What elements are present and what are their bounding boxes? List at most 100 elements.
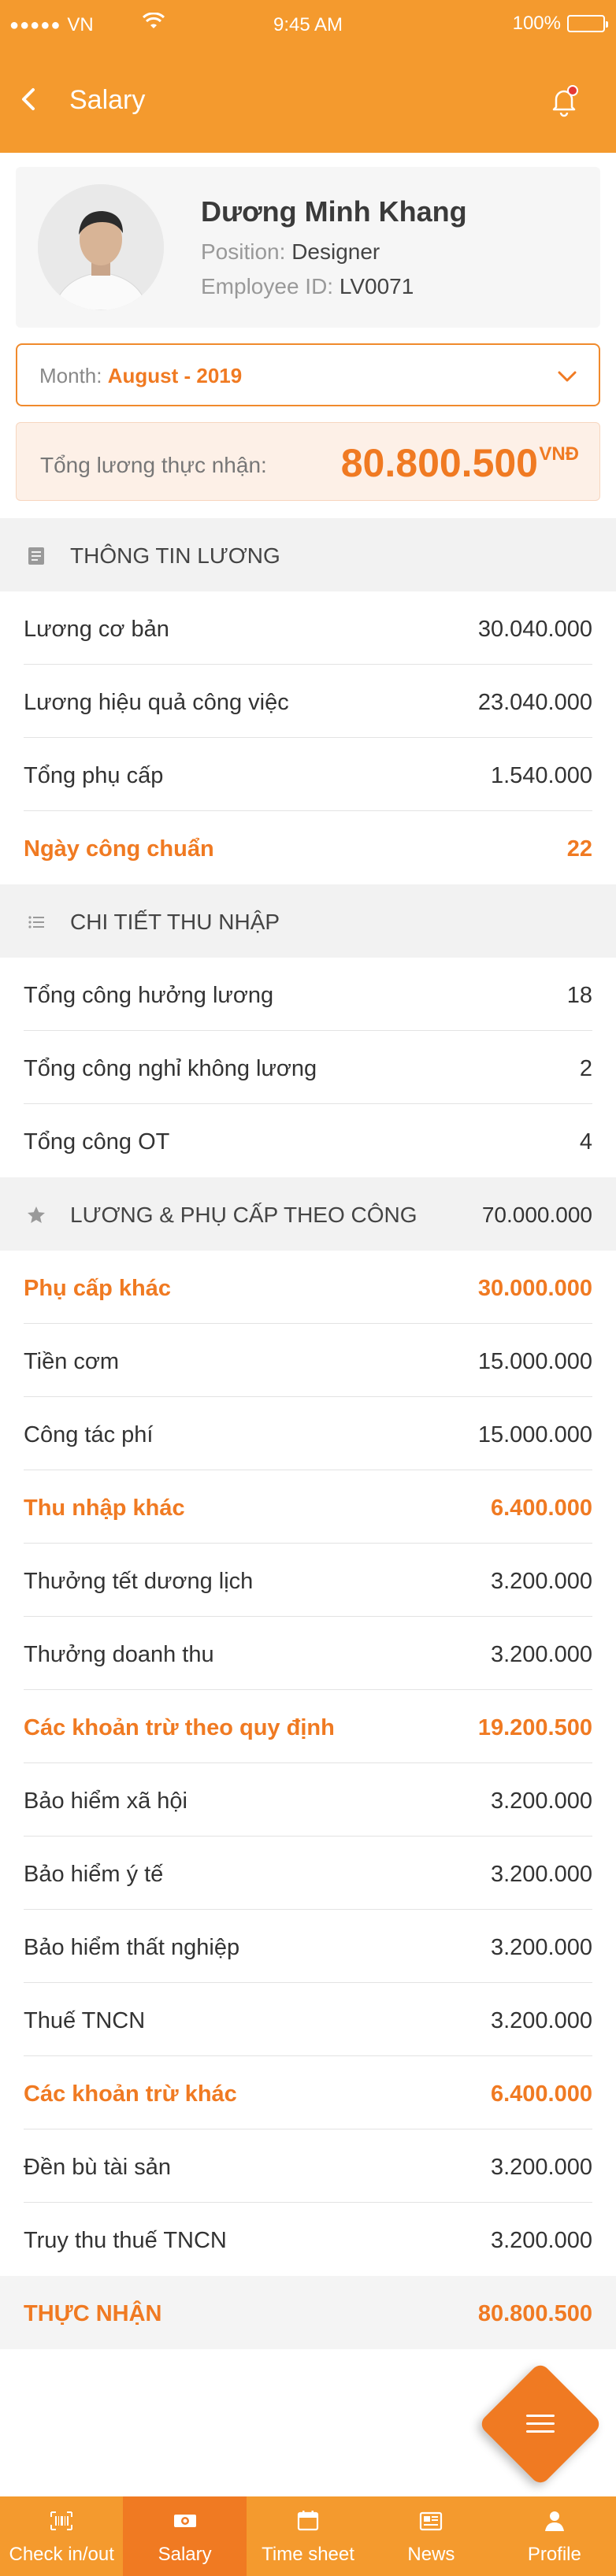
section-title: THÔNG TIN LƯƠNG: [70, 543, 280, 568]
employee-id-value: LV0071: [339, 274, 414, 298]
barcode-icon: [50, 2511, 73, 2530]
tab-label: News: [407, 2544, 455, 2565]
calendar-icon: [297, 2511, 319, 2531]
item-label: Các khoản trừ khác: [24, 2081, 237, 2107]
month-label-text: Month:: [39, 364, 102, 387]
star-icon: [28, 1206, 45, 1223]
item-label: Tiền cơm: [24, 1349, 120, 1374]
page-title: Salary: [69, 85, 146, 115]
item-value: 3.200.000: [490, 1642, 592, 1667]
item-value: 30.000.000: [477, 1276, 592, 1301]
list-item: Lương cơ bản 30.040.000: [24, 591, 592, 665]
section-allowance: LƯƠNG & PHỤ CẤP THEO CÔNG 70.000.000: [0, 1177, 616, 1251]
item-value: 15.000.000: [477, 1349, 592, 1374]
item-label: Bảo hiểm thất nghiệp: [24, 1935, 240, 1960]
net-income-row: THỰC NHẬN 80.800.500: [0, 2276, 616, 2349]
item-label: Bảo hiểm ý tế: [24, 1862, 164, 1887]
net-income-value: 80.800.500: [477, 2301, 592, 2326]
item-value: 22: [566, 836, 592, 862]
item-label: Phụ cấp khác: [24, 1276, 171, 1301]
list-item-highlight: Các khoản trừ khác 6.400.000: [24, 2056, 592, 2129]
list-item: Truy thu thuế TNCN 3.200.000: [24, 2203, 592, 2276]
tab-check-in-out[interactable]: Check in/out: [0, 2496, 123, 2576]
month-value: August - 2019: [107, 364, 243, 387]
list-item: Bảo hiểm thất nghiệp 3.200.000: [24, 1910, 592, 1983]
item-label: Các khoản trừ theo quy định: [24, 1715, 335, 1740]
section-salary-info: THÔNG TIN LƯƠNG: [0, 518, 616, 591]
item-value: 2: [579, 1056, 592, 1081]
back-arrow-icon[interactable]: [13, 82, 47, 117]
tab-news[interactable]: News: [369, 2496, 492, 2576]
section-title: CHI TIẾT THU NHẬP: [70, 910, 280, 934]
list-item-highlight: Phụ cấp khác 30.000.000: [24, 1251, 592, 1324]
item-value: 3.200.000: [490, 1569, 592, 1594]
list-item: Lương hiệu quả công việc 23.040.000: [24, 665, 592, 738]
item-label: Tổng công hưởng lương: [24, 983, 274, 1008]
item-label: Tổng công OT: [24, 1129, 170, 1155]
tab-label: Check in/out: [9, 2544, 114, 2565]
employee-id-label: Employee ID:: [201, 274, 334, 298]
item-value: 23.040.000: [477, 690, 592, 715]
item-value: 3.200.000: [490, 2008, 592, 2033]
list-item: Tổng công nghỉ không lương 2: [24, 1031, 592, 1104]
item-label: Đền bù tài sản: [24, 2155, 172, 2180]
item-label: Tổng công nghỉ không lương: [24, 1056, 317, 1081]
item-value: 19.200.500: [477, 1715, 592, 1740]
item-value: 3.200.000: [490, 1862, 592, 1887]
position-label: Position:: [201, 239, 286, 264]
money-icon: [173, 2515, 196, 2527]
item-value: 3.200.000: [490, 2228, 592, 2253]
net-income-label: THỰC NHẬN: [24, 2301, 162, 2326]
section-title: LƯƠNG & PHỤ CẤP THEO CÔNG: [70, 1203, 417, 1227]
item-label: Công tác phí: [24, 1422, 154, 1447]
tab-salary[interactable]: Salary: [123, 2496, 247, 2576]
position-value: Designer: [291, 239, 380, 264]
item-label: Tổng phụ cấp: [24, 763, 164, 788]
list-item: Bảo hiểm ý tế 3.200.000: [24, 1837, 592, 1910]
employee-position: Position: Designer: [201, 239, 380, 265]
item-label: Lương cơ bản: [24, 617, 169, 642]
list-item: Công tác phí 15.000.000: [24, 1397, 592, 1470]
item-value: 18: [566, 983, 592, 1008]
item-label: Thưởng doanh thu: [24, 1642, 214, 1667]
list-item: Tổng công OT 4: [24, 1104, 592, 1177]
list-item: Thưởng doanh thu 3.200.000: [24, 1617, 592, 1690]
item-label: Thuế TNCN: [24, 2008, 146, 2033]
net-salary-summary: Tổng lương thực nhận: 80.800.500 VNĐ: [16, 422, 600, 501]
tab-label: Profile: [527, 2544, 581, 2565]
tab-time-sheet[interactable]: Time sheet: [247, 2496, 369, 2576]
net-salary-amount: 80.800.500: [340, 441, 538, 485]
header-bar: Salary: [0, 50, 616, 153]
item-value: 6.400.000: [490, 1496, 592, 1521]
item-value: 3.200.000: [490, 2155, 592, 2180]
notification-bell-icon[interactable]: [548, 83, 580, 118]
item-label: Bảo hiểm xã hội: [24, 1788, 187, 1814]
section-total: 70.000.000: [481, 1203, 592, 1227]
list-item: Thưởng tết dương lịch 3.200.000: [24, 1544, 592, 1617]
month-select[interactable]: Month: August - 2019: [16, 343, 600, 406]
month-label: Month: August - 2019: [39, 364, 242, 388]
list-item: Bảo hiểm xã hội 3.200.000: [24, 1763, 592, 1837]
item-label: Lương hiệu quả công việc: [24, 690, 289, 715]
salary-detail-list: THÔNG TIN LƯƠNG Lương cơ bản 30.040.000 …: [0, 518, 616, 2349]
item-value: 15.000.000: [477, 1422, 592, 1447]
tab-profile[interactable]: Profile: [493, 2496, 616, 2576]
battery-percent: 100%: [512, 13, 561, 34]
item-value: 1.540.000: [490, 763, 592, 788]
status-bar: ●●●●● VN 9:45 AM 100%: [0, 0, 616, 50]
list-item: Đền bù tài sản 3.200.000: [24, 2129, 592, 2203]
item-value: 3.200.000: [490, 1788, 592, 1814]
bottom-tab-bar: Check in/out Salary Time sheet News Prof…: [0, 2496, 616, 2576]
avatar: [38, 184, 164, 310]
avatar-photo: [38, 184, 164, 310]
item-value: 3.200.000: [490, 1935, 592, 1960]
user-icon: [544, 2511, 564, 2531]
section-income-detail: CHI TIẾT THU NHẬP: [0, 884, 616, 958]
item-label: Thu nhập khác: [24, 1496, 185, 1521]
list-item: Thuế TNCN 3.200.000: [24, 1983, 592, 2056]
list-item-highlight: Thu nhập khác 6.400.000: [24, 1470, 592, 1544]
list-item-highlight: Ngày công chuẩn 22: [24, 811, 592, 884]
battery-icon: [567, 15, 608, 32]
list-icon: [28, 916, 44, 928]
tab-label: Time sheet: [262, 2544, 354, 2565]
